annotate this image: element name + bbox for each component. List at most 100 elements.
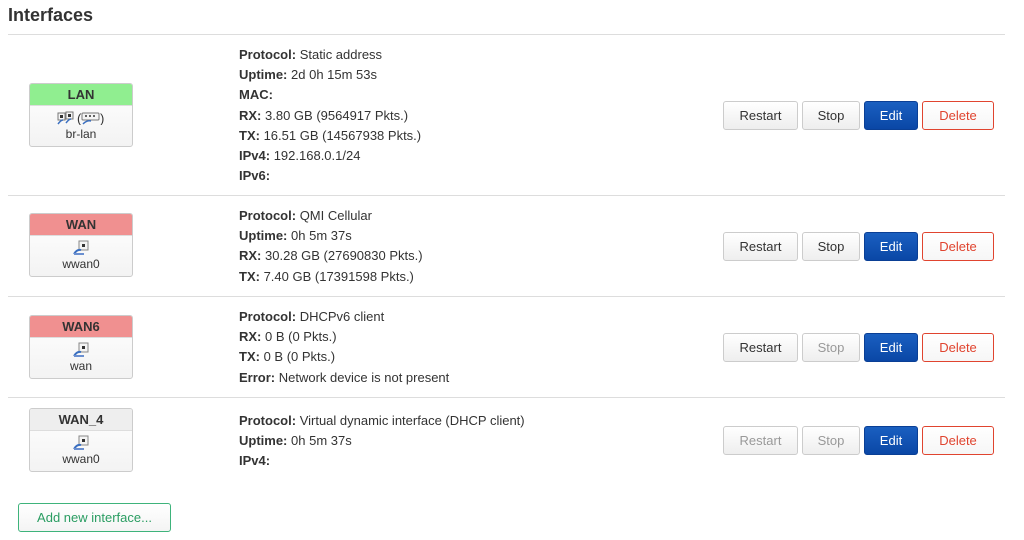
detail-label: Uptime: bbox=[239, 433, 288, 449]
wireless-icon: ( ) bbox=[77, 111, 105, 125]
detail-line: IPv4: bbox=[239, 451, 525, 471]
detail-value: 0 B (0 Pkts.) bbox=[265, 329, 337, 345]
divider bbox=[8, 34, 1005, 35]
interface-details: Protocol: QMI Cellular Uptime: 0h 5m 37s R… bbox=[239, 206, 423, 287]
detail-label: RX: bbox=[239, 329, 262, 345]
detail-line: RX: 3.80 GB (9564917 Pkts.) bbox=[239, 106, 421, 126]
detail-line: Protocol: Virtual dynamic interface (DHC… bbox=[239, 411, 525, 431]
add-new-interface-button[interactable]: Add new interface... bbox=[18, 503, 171, 532]
stop-button[interactable]: Stop bbox=[802, 232, 860, 261]
delete-button[interactable]: Delete bbox=[922, 101, 994, 130]
bridge-icon bbox=[57, 111, 75, 125]
detail-line: Protocol: Static address bbox=[239, 45, 421, 65]
interface-device: wan bbox=[69, 359, 92, 373]
ethernet-port-icon bbox=[73, 342, 89, 358]
page-title: Interfaces bbox=[8, 5, 94, 25]
interface-device: wwan0 bbox=[62, 452, 100, 466]
detail-line: Uptime: 2d 0h 15m 53s bbox=[239, 65, 421, 85]
detail-label: Protocol: bbox=[239, 309, 297, 324]
divider bbox=[8, 296, 1005, 297]
detail-value: 30.28 GB (27690830 Pkts.) bbox=[265, 248, 423, 264]
detail-label: TX: bbox=[239, 127, 260, 143]
detail-line: IPv6: bbox=[239, 166, 421, 186]
interface-actions: Restart Stop Edit Delete bbox=[723, 232, 994, 261]
detail-line: Error: Network device is not present bbox=[239, 368, 449, 388]
edit-button[interactable]: Edit bbox=[864, 232, 918, 261]
interface-badge: LAN ( ) br-lan bbox=[29, 83, 133, 147]
detail-label: Uptime: bbox=[239, 67, 288, 83]
interface-badge: WAN wwan0 bbox=[29, 213, 133, 277]
detail-value: Static address bbox=[299, 47, 383, 62]
interface-actions: Restart Stop Edit Delete bbox=[723, 101, 994, 130]
restart-button[interactable]: Restart bbox=[723, 101, 798, 130]
interface-details: Protocol: Static address Uptime: 2d 0h 15… bbox=[239, 45, 421, 186]
interface-device: br-lan bbox=[65, 127, 97, 141]
interface-details: Protocol: Virtual dynamic interface (DHC… bbox=[239, 411, 525, 472]
detail-line: Protocol: DHCPv6 client bbox=[239, 307, 449, 327]
detail-line: Protocol: QMI Cellular bbox=[239, 206, 423, 226]
detail-label: IPv4: bbox=[239, 453, 271, 469]
interface-icons bbox=[30, 239, 132, 257]
interface-name: WAN6 bbox=[30, 316, 132, 338]
interface-name: LAN bbox=[30, 84, 132, 106]
interface-icons bbox=[30, 434, 132, 452]
svg-text:): ) bbox=[100, 111, 104, 125]
detail-value: QMI Cellular bbox=[299, 208, 372, 223]
detail-label: IPv6: bbox=[239, 168, 271, 184]
detail-value: 0h 5m 37s bbox=[291, 433, 352, 449]
interface-icons bbox=[30, 341, 132, 359]
detail-label: MAC: bbox=[239, 87, 273, 103]
detail-line: TX: 16.51 GB (14567938 Pkts.) bbox=[239, 126, 421, 146]
edit-button[interactable]: Edit bbox=[864, 426, 918, 455]
detail-line: MAC: bbox=[239, 85, 421, 105]
detail-value: 2d 0h 15m 53s bbox=[291, 67, 378, 83]
detail-line: RX: 30.28 GB (27690830 Pkts.) bbox=[239, 246, 423, 266]
detail-label: Protocol: bbox=[239, 47, 297, 62]
interface-device: wwan0 bbox=[62, 257, 100, 271]
detail-value: DHCPv6 client bbox=[299, 309, 385, 324]
detail-line: TX: 7.40 GB (17391598 Pkts.) bbox=[239, 267, 423, 287]
stop-button[interactable]: Stop bbox=[802, 101, 860, 130]
detail-label: Uptime: bbox=[239, 228, 288, 244]
restart-button[interactable]: Restart bbox=[723, 426, 798, 455]
delete-button[interactable]: Delete bbox=[922, 232, 994, 261]
interface-badge: WAN_4 wwan0 bbox=[29, 408, 133, 472]
detail-line: Uptime: 0h 5m 37s bbox=[239, 226, 423, 246]
interface-actions: Restart Stop Edit Delete bbox=[723, 426, 994, 455]
interface-icons: ( ) bbox=[30, 109, 132, 127]
restart-button[interactable]: Restart bbox=[723, 333, 798, 362]
detail-line: RX: 0 B (0 Pkts.) bbox=[239, 327, 449, 347]
detail-label: RX: bbox=[239, 107, 262, 123]
interface-name: WAN bbox=[30, 214, 132, 236]
interface-badge: WAN6 wan bbox=[29, 315, 133, 379]
detail-value: 192.168.0.1/24 bbox=[273, 148, 361, 164]
detail-value: Virtual dynamic interface (DHCP client) bbox=[299, 413, 525, 428]
restart-button[interactable]: Restart bbox=[723, 232, 798, 261]
edit-button[interactable]: Edit bbox=[864, 333, 918, 362]
divider bbox=[8, 195, 1005, 196]
detail-line: IPv4: 192.168.0.1/24 bbox=[239, 146, 421, 166]
detail-line: Uptime: 0h 5m 37s bbox=[239, 431, 525, 451]
edit-button[interactable]: Edit bbox=[864, 101, 918, 130]
detail-value: Network device is not present bbox=[278, 369, 450, 385]
detail-label: TX: bbox=[239, 268, 260, 284]
ethernet-port-icon bbox=[73, 240, 89, 256]
detail-label: IPv4: bbox=[239, 148, 271, 164]
detail-value: 7.40 GB (17391598 Pkts.) bbox=[263, 268, 414, 284]
stop-button[interactable]: Stop bbox=[802, 426, 860, 455]
ethernet-port-icon bbox=[73, 435, 89, 451]
detail-label: Error: bbox=[239, 369, 276, 385]
delete-button[interactable]: Delete bbox=[922, 333, 994, 362]
detail-label: TX: bbox=[239, 349, 260, 365]
delete-button[interactable]: Delete bbox=[922, 426, 994, 455]
detail-label: Protocol: bbox=[239, 208, 297, 223]
detail-label: RX: bbox=[239, 248, 262, 264]
detail-line: TX: 0 B (0 Pkts.) bbox=[239, 347, 449, 367]
detail-value: 0h 5m 37s bbox=[291, 228, 352, 244]
stop-button[interactable]: Stop bbox=[802, 333, 860, 362]
detail-value: 3.80 GB (9564917 Pkts.) bbox=[265, 107, 409, 123]
interface-actions: Restart Stop Edit Delete bbox=[723, 333, 994, 362]
detail-value: 16.51 GB (14567938 Pkts.) bbox=[263, 127, 422, 143]
divider bbox=[8, 397, 1005, 398]
interface-details: Protocol: DHCPv6 client RX: 0 B (0 Pkts.)… bbox=[239, 307, 449, 388]
